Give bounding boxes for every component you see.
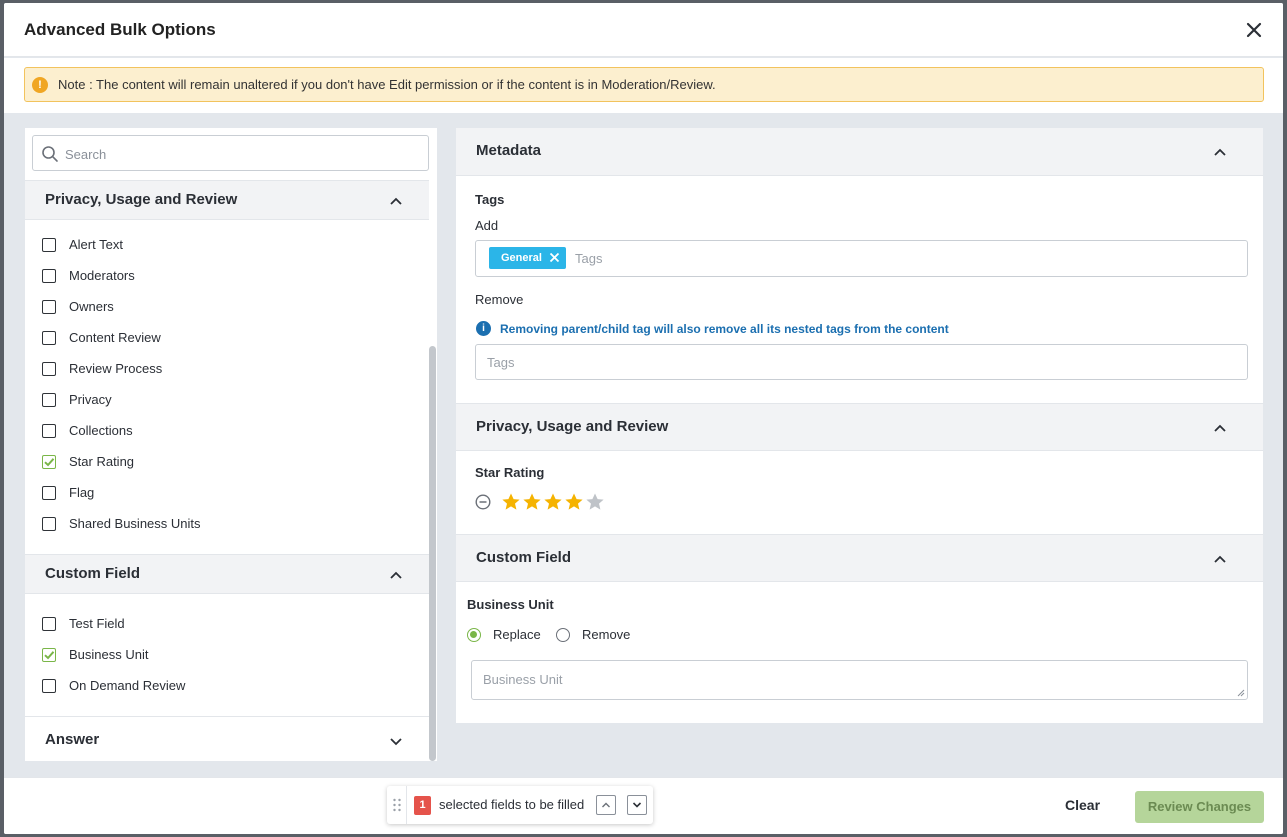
search-icon	[42, 146, 58, 162]
option-label: Shared Business Units	[69, 516, 201, 531]
option-label: Test Field	[69, 616, 125, 631]
section-header-custom-field[interactable]: Custom Field	[25, 554, 429, 594]
star-icon[interactable]	[522, 492, 542, 512]
tag-chip: General	[489, 247, 566, 269]
chevron-up-icon[interactable]	[1213, 552, 1227, 566]
add-tags-placeholder: Tags	[575, 251, 603, 266]
replace-radio[interactable]	[467, 628, 481, 642]
checkbox[interactable]	[42, 300, 56, 314]
remove-chip-icon[interactable]	[549, 252, 560, 263]
option-label: Flag	[69, 485, 95, 500]
section-title: Custom Field	[45, 565, 141, 582]
star-rating-label: Star Rating	[475, 465, 545, 480]
remove-tags-placeholder: Tags	[487, 355, 515, 370]
divider	[406, 786, 407, 824]
section-title: Metadata	[476, 142, 542, 159]
checkbox[interactable]	[42, 679, 56, 693]
tag-chip-label: General	[501, 252, 542, 264]
chevron-up-icon[interactable]	[1213, 421, 1227, 435]
option-label: Alert Text	[69, 237, 123, 252]
add-tags-input[interactable]: General Tags	[475, 240, 1248, 277]
selected-count-badge: 1	[414, 796, 431, 815]
chevron-up-icon[interactable]	[1213, 145, 1227, 159]
metadata-section-header[interactable]: Metadata	[456, 128, 1263, 176]
clear-rating-icon[interactable]	[475, 494, 491, 510]
option-label: Collections	[69, 423, 133, 438]
option-label: Moderators	[69, 268, 135, 283]
option-label: Privacy	[69, 392, 112, 407]
clear-button[interactable]: Clear	[1065, 797, 1100, 813]
resize-handle-icon[interactable]	[1237, 689, 1245, 697]
field-editor-panel: Metadata Tags Add General Tags Remove i …	[456, 128, 1263, 723]
advanced-bulk-options-modal: Advanced Bulk Options ! Note : The conte…	[4, 3, 1283, 834]
close-icon[interactable]	[1243, 19, 1265, 41]
section-title: Privacy, Usage and Review	[476, 418, 669, 435]
checkbox[interactable]	[42, 424, 56, 438]
option-label: Owners	[69, 299, 114, 314]
section-header-privacy[interactable]: Privacy, Usage and Review	[25, 180, 429, 220]
section-title: Custom Field	[476, 549, 572, 566]
warning-icon: !	[32, 77, 48, 93]
search-box[interactable]	[32, 135, 429, 171]
remove-radio[interactable]	[556, 628, 570, 642]
review-changes-button[interactable]: Review Changes	[1135, 791, 1264, 823]
section-title: Answer	[45, 731, 100, 748]
section-header-answer[interactable]: Answer	[25, 716, 429, 761]
checkbox-checked[interactable]	[42, 455, 56, 469]
field-picker-panel: Privacy, Usage and Review Alert Text Mod…	[25, 128, 437, 761]
selected-fields-text: selected fields to be filled	[439, 797, 585, 812]
add-label: Add	[475, 218, 499, 233]
tags-label: Tags	[475, 192, 505, 207]
chevron-up-icon[interactable]	[389, 568, 403, 582]
modal-footer: 1 selected fields to be filled Clear Rev…	[4, 777, 1283, 834]
chevron-down-icon	[632, 802, 642, 808]
previous-field-button[interactable]	[596, 795, 616, 815]
remove-option-label[interactable]: Remove	[582, 627, 630, 642]
star-empty-icon[interactable]	[585, 492, 605, 512]
business-unit-placeholder: Business Unit	[483, 672, 563, 687]
modal-header: Advanced Bulk Options	[4, 3, 1283, 57]
note-text: Note : The content will remain unaltered…	[58, 77, 716, 92]
selected-fields-bar: 1 selected fields to be filled	[387, 786, 653, 824]
note-bar: ! Note : The content will remain unalter…	[4, 58, 1283, 113]
checkbox[interactable]	[42, 517, 56, 531]
remove-tags-input[interactable]: Tags	[475, 344, 1248, 380]
option-label: Business Unit	[69, 647, 149, 662]
option-label: Star Rating	[69, 454, 135, 469]
option-label: Content Review	[69, 330, 161, 345]
section-title: Privacy, Usage and Review	[45, 191, 238, 208]
business-unit-label: Business Unit	[467, 597, 554, 612]
chevron-up-icon	[602, 802, 610, 808]
replace-label[interactable]: Replace	[493, 627, 541, 642]
star-icon[interactable]	[543, 492, 563, 512]
search-input[interactable]	[65, 144, 415, 164]
star-icon[interactable]	[564, 492, 584, 512]
permission-note: ! Note : The content will remain unalter…	[24, 67, 1264, 102]
next-field-button[interactable]	[627, 795, 647, 815]
custom-field-section-header[interactable]: Custom Field	[456, 534, 1263, 582]
checkbox[interactable]	[42, 269, 56, 283]
info-icon: i	[476, 321, 491, 336]
checkbox[interactable]	[42, 362, 56, 376]
remove-label: Remove	[475, 292, 524, 307]
checkbox[interactable]	[42, 331, 56, 345]
checkbox[interactable]	[42, 486, 56, 500]
option-label: Review Process	[69, 361, 163, 376]
drag-handle-icon[interactable]	[392, 797, 402, 813]
modal-title: Advanced Bulk Options	[24, 20, 216, 39]
checkbox[interactable]	[42, 617, 56, 631]
business-unit-textarea[interactable]: Business Unit	[471, 660, 1248, 700]
scrollbar[interactable]	[429, 346, 436, 761]
chevron-down-icon[interactable]	[389, 734, 403, 748]
privacy-section-header[interactable]: Privacy, Usage and Review	[456, 403, 1263, 451]
remove-info-text: Removing parent/child tag will also remo…	[500, 322, 949, 336]
chevron-up-icon[interactable]	[389, 194, 403, 208]
checkbox[interactable]	[42, 393, 56, 407]
checkbox-checked[interactable]	[42, 648, 56, 662]
option-label: On Demand Review	[69, 678, 186, 693]
checkbox[interactable]	[42, 238, 56, 252]
star-icon[interactable]	[501, 492, 521, 512]
